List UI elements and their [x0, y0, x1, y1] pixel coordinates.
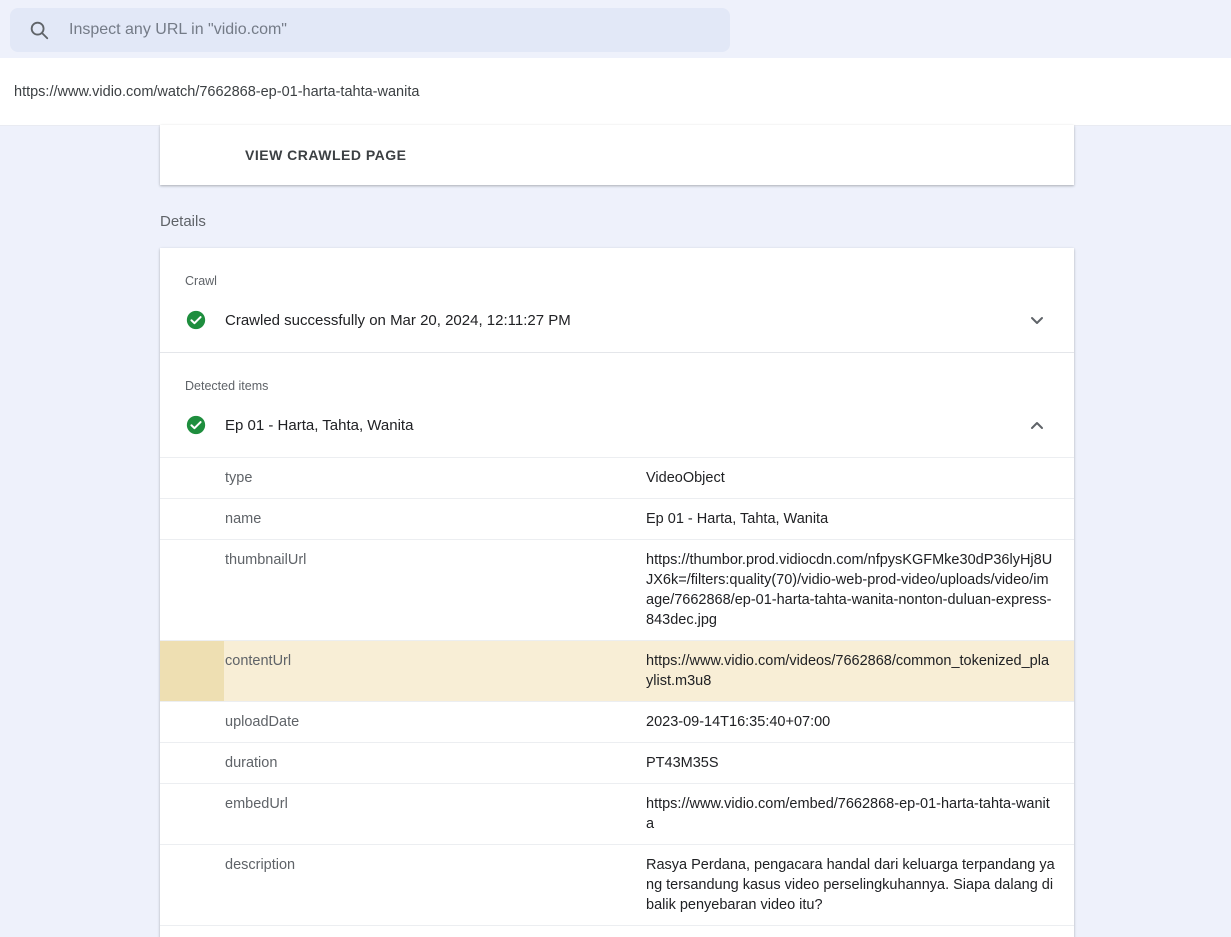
row-type[interactable]: type VideoObject [160, 458, 1074, 499]
view-crawled-page-button[interactable]: VIEW CRAWLED PAGE [245, 147, 406, 163]
property-value: https://thumbor.prod.vidiocdn.com/nfpysK… [646, 540, 1074, 640]
chevron-down-icon[interactable] [1025, 308, 1049, 332]
property-key: description [160, 845, 646, 925]
details-heading: Details [160, 213, 206, 230]
properties-table: type VideoObject name Ep 01 - Harta, Tah… [160, 457, 1074, 926]
top-bar [0, 0, 1231, 58]
property-key: duration [160, 743, 646, 783]
property-key: contentUrl [160, 641, 646, 701]
inspected-url: https://www.vidio.com/watch/7662868-ep-0… [14, 84, 419, 100]
details-card: Crawl Crawled successfully on Mar 20, 20… [160, 248, 1074, 937]
row-uploaddate[interactable]: uploadDate 2023-09-14T16:35:40+07:00 [160, 702, 1074, 743]
detected-item-row[interactable]: Ep 01 - Harta, Tahta, Wanita [160, 393, 1074, 457]
check-circle-icon [185, 414, 207, 436]
check-circle-icon [185, 309, 207, 331]
row-duration[interactable]: duration PT43M35S [160, 743, 1074, 784]
row-thumbnailurl[interactable]: thumbnailUrl https://thumbor.prod.vidioc… [160, 540, 1074, 641]
inspected-url-band: https://www.vidio.com/watch/7662868-ep-0… [0, 58, 1231, 126]
property-value: https://www.vidio.com/embed/7662868-ep-0… [646, 784, 1074, 844]
property-key: embedUrl [160, 784, 646, 844]
property-value: 2023-09-14T16:35:40+07:00 [646, 702, 1074, 742]
search-icon [28, 19, 50, 41]
property-key: type [160, 458, 646, 498]
chevron-up-icon[interactable] [1025, 413, 1049, 437]
crawl-status-row[interactable]: Crawled successfully on Mar 20, 2024, 12… [160, 288, 1074, 352]
property-value: Ep 01 - Harta, Tahta, Wanita [646, 499, 1074, 539]
property-value: Rasya Perdana, pengacara handal dari kel… [646, 845, 1074, 925]
row-name[interactable]: name Ep 01 - Harta, Tahta, Wanita [160, 499, 1074, 540]
search-input[interactable] [69, 21, 714, 39]
row-embedurl[interactable]: embedUrl https://www.vidio.com/embed/766… [160, 784, 1074, 845]
row-contenturl[interactable]: contentUrl https://www.vidio.com/videos/… [160, 641, 1074, 702]
property-key: thumbnailUrl [160, 540, 646, 640]
crawled-page-card: VIEW CRAWLED PAGE [160, 125, 1074, 185]
crawl-section-label: Crawl [160, 248, 1074, 288]
detected-item-title: Ep 01 - Harta, Tahta, Wanita [225, 417, 1025, 434]
property-value: PT43M35S [646, 743, 1074, 783]
property-value: https://www.vidio.com/videos/7662868/com… [646, 641, 1074, 701]
url-inspection-search-bar[interactable] [10, 8, 730, 52]
property-key: uploadDate [160, 702, 646, 742]
row-description[interactable]: description Rasya Perdana, pengacara han… [160, 845, 1074, 926]
property-key: name [160, 499, 646, 539]
detected-items-label: Detected items [160, 353, 1074, 393]
property-value: VideoObject [646, 458, 1074, 498]
crawl-status-text: Crawled successfully on Mar 20, 2024, 12… [225, 312, 1025, 329]
